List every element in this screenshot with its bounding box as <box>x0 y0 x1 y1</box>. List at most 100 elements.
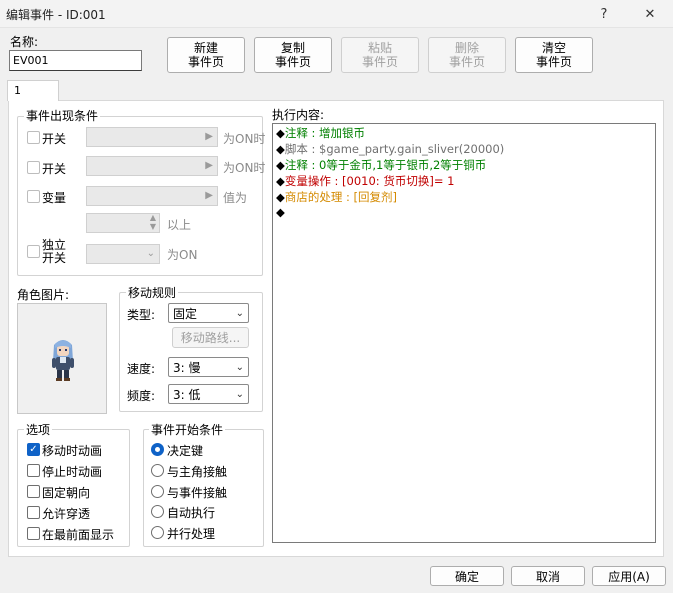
command-head: 脚本 <box>284 142 308 156</box>
command-sep: : <box>346 190 350 204</box>
switch1-checkbox[interactable] <box>27 131 40 144</box>
clear-page-line1: 清空 <box>541 41 566 55</box>
chevron-down-icon: ⌄ <box>235 307 244 319</box>
option-through-checkbox[interactable] <box>27 506 40 519</box>
new-page-button[interactable]: 新建 事件页 <box>167 37 245 73</box>
close-button[interactable]: ✕ <box>630 0 670 28</box>
switch2-checkbox[interactable] <box>27 161 40 174</box>
copy-page-button[interactable]: 复制 事件页 <box>254 37 332 73</box>
apply-button[interactable]: 应用(A) <box>592 566 666 586</box>
variable-checkbox[interactable] <box>27 190 40 203</box>
option-label: 停止时动画 <box>42 465 103 479</box>
command-line[interactable]: ◆注释 : 增加银币 <box>276 125 365 141</box>
bullet-icon: ◆ <box>276 158 285 172</box>
options-title: 选项 <box>24 421 53 438</box>
move-type-select[interactable]: 固定 ⌄ <box>168 303 249 323</box>
paste-page-line1: 粘贴 <box>367 41 392 55</box>
move-freq-label: 频度: <box>127 389 156 403</box>
delete-page-line1: 删除 <box>454 41 479 55</box>
trigger-parallel-radio[interactable] <box>151 526 164 539</box>
contents-list[interactable]: ◆注释 : 增加银币 ◆脚本 : $game_party.gain_sliver… <box>272 123 656 543</box>
close-icon: ✕ <box>644 6 656 22</box>
option-label: 在最前面显示 <box>42 528 115 542</box>
chevron-down-icon: ⌄ <box>235 361 244 373</box>
command-sep: : <box>311 126 316 140</box>
new-page-line1: 新建 <box>193 41 218 55</box>
trigger-label: 决定键 <box>167 444 204 458</box>
command-head: 注释 <box>284 158 308 172</box>
variable-value-spin[interactable]: ▲ ▼ <box>86 213 160 233</box>
option-label: 允许穿透 <box>42 507 91 521</box>
copy-page-line2: 事件页 <box>274 55 311 69</box>
variable-label: 变量 <box>42 191 67 205</box>
character-graphic[interactable] <box>17 303 107 414</box>
variable-suffix: 值为 <box>223 191 248 205</box>
command-body: 0等于金币,1等于银币,2等于铜币 <box>319 158 487 172</box>
command-sep: : <box>334 174 339 188</box>
title-bar: 编辑事件 - ID:001 ? ✕ <box>0 0 673 28</box>
window-title: 编辑事件 - ID:001 <box>6 8 106 22</box>
switch2-suffix: 为ON时 <box>223 161 266 175</box>
self-switch-line2: 开关 <box>42 251 67 265</box>
self-switch-suffix: 为ON <box>167 248 198 262</box>
delete-page-button[interactable]: 删除 事件页 <box>428 37 506 73</box>
self-switch-select[interactable]: ⌄ <box>86 244 160 264</box>
ok-button[interactable]: 确定 <box>430 566 504 586</box>
tab-page-1[interactable]: 1 <box>7 80 59 101</box>
move-speed-select[interactable]: 3: 慢 ⌄ <box>168 357 249 377</box>
trigger-title: 事件开始条件 <box>149 421 226 438</box>
move-freq-select[interactable]: 3: 低 ⌄ <box>168 384 249 404</box>
help-button[interactable]: ? <box>584 0 624 28</box>
trigger-action-radio[interactable] <box>151 443 164 456</box>
trigger-event-touch-radio[interactable] <box>151 485 164 498</box>
command-body: [回复剂] <box>353 190 398 204</box>
move-route-button[interactable]: 移动路线... <box>172 327 249 348</box>
command-head: 商店的处理 <box>284 190 343 204</box>
variable-field[interactable]: ▶ <box>86 186 218 206</box>
chevron-down-icon: ⌄ <box>146 248 155 259</box>
clear-page-button[interactable]: 清空 事件页 <box>515 37 593 73</box>
switch1-suffix: 为ON时 <box>223 132 266 146</box>
command-line[interactable]: ◆变量操作 : [0010: 货币切换]= 1 <box>276 173 454 189</box>
option-label: 固定朝向 <box>42 486 91 500</box>
conditions-title: 事件出现条件 <box>24 107 101 124</box>
graphic-label: 角色图片: <box>17 288 70 302</box>
option-always-top-checkbox[interactable] <box>27 527 40 540</box>
option-walk-anim-checkbox[interactable]: ✓ <box>27 443 40 456</box>
movement-title: 移动规则 <box>126 284 179 301</box>
name-input[interactable]: EV001 <box>9 50 142 71</box>
contents-label: 执行内容: <box>272 108 325 122</box>
name-label: 名称: <box>10 35 39 49</box>
option-step-anim-checkbox[interactable] <box>27 464 40 477</box>
self-switch-line1: 独立 <box>42 238 67 252</box>
self-switch-checkbox[interactable] <box>27 245 40 258</box>
switch2-field[interactable]: ▶ <box>86 156 218 176</box>
command-head: 变量操作 <box>284 174 331 188</box>
command-line-empty[interactable]: ◆ <box>276 205 285 219</box>
variable-min-suffix: 以上 <box>167 218 192 232</box>
delete-page-line2: 事件页 <box>448 55 485 69</box>
trigger-label: 自动执行 <box>167 506 216 520</box>
command-body: $game_party.gain_sliver(20000) <box>319 142 505 156</box>
move-speed-value: 3: 慢 <box>173 360 201 375</box>
trigger-player-touch-radio[interactable] <box>151 464 164 477</box>
command-line[interactable]: ◆商店的处理 : [回复剂] <box>276 189 397 205</box>
command-line[interactable]: ◆脚本 : $game_party.gain_sliver(20000) <box>276 141 504 157</box>
spin-down-icon[interactable]: ▼ <box>150 222 156 231</box>
bullet-icon: ◆ <box>276 190 285 204</box>
move-freq-value: 3: 低 <box>173 387 201 402</box>
character-sprite-icon <box>52 340 74 381</box>
paste-page-button[interactable]: 粘贴 事件页 <box>341 37 419 73</box>
command-line[interactable]: ◆注释 : 0等于金币,1等于银币,2等于铜币 <box>276 157 486 173</box>
switch1-field[interactable]: ▶ <box>86 127 218 147</box>
cancel-button[interactable]: 取消 <box>511 566 585 586</box>
switch1-label: 开关 <box>42 132 67 146</box>
switch2-label: 开关 <box>42 162 67 176</box>
option-direction-fix-checkbox[interactable] <box>27 485 40 498</box>
trigger-autorun-radio[interactable] <box>151 505 164 518</box>
play-arrow-icon: ▶ <box>205 190 213 201</box>
spin-up-icon[interactable]: ▲ <box>150 213 156 222</box>
bullet-icon: ◆ <box>276 142 285 156</box>
command-body: [0010: 货币切换]= 1 <box>342 174 455 188</box>
new-page-line2: 事件页 <box>187 55 224 69</box>
